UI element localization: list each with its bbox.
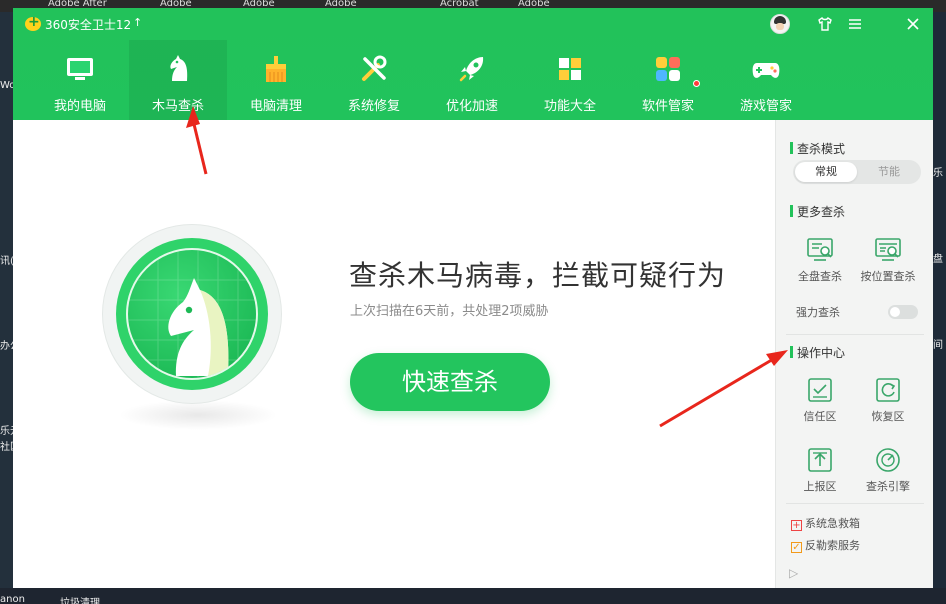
desktop-label[interactable]: 乐 <box>933 164 943 179</box>
nav-item-my-computer[interactable]: 我的电脑 <box>31 40 129 120</box>
desktop-label[interactable]: 垃圾清理 <box>60 594 100 604</box>
apps-icon <box>656 57 680 81</box>
main-nav: 我的电脑 木马查杀 电脑清理 系统修复 优化加速 功能大全 软件管家 游戏管家 <box>31 40 831 120</box>
last-scan-status: 上次扫描在6天前，共处理2项威胁 <box>350 304 549 319</box>
force-scan-toggle[interactable] <box>888 305 918 319</box>
section-title-more-scan: 更多查杀 <box>790 203 845 220</box>
trust-zone-icon <box>808 378 832 402</box>
app-window: 360安全卫士12 ↑ 我的电脑 木马查杀 <box>13 8 933 588</box>
app-title: 360安全卫士12 <box>45 18 132 32</box>
scan-mode-switch: 常规 节能 <box>793 160 921 184</box>
desktop-label[interactable]: Wo <box>0 80 13 91</box>
trust-zone-button[interactable]: 信任区 <box>790 376 850 436</box>
nav-item-software-manager[interactable]: 软件管家 <box>619 40 717 120</box>
grid-icon <box>559 58 581 80</box>
app-logo-icon <box>25 14 41 31</box>
nav-item-optimize[interactable]: 优化加速 <box>423 40 521 120</box>
skin-icon[interactable] <box>815 14 835 34</box>
collapse-panel-icon[interactable]: ▷ <box>789 566 798 580</box>
nav-item-game-manager[interactable]: 游戏管家 <box>717 40 815 120</box>
full-scan-icon <box>807 238 833 261</box>
anti-ransomware-link[interactable]: ✓ 反勒索服务 <box>791 537 860 553</box>
nav-label: 软件管家 <box>641 99 694 114</box>
plus-box-icon: + <box>791 520 802 531</box>
nav-label: 功能大全 <box>543 99 596 114</box>
divider <box>786 334 924 335</box>
quick-scan-button[interactable]: 快速查杀 <box>350 353 550 411</box>
desktop-label[interactable]: anon <box>0 594 25 604</box>
section-title-scan-mode: 查杀模式 <box>790 140 845 157</box>
divider <box>786 503 924 504</box>
section-title-operations: 操作中心 <box>790 344 845 361</box>
horse-icon <box>170 55 188 81</box>
desktop-label[interactable]: 间 <box>933 336 943 351</box>
scan-engine-icon <box>876 448 900 472</box>
desktop-label[interactable]: 盘 <box>933 250 943 265</box>
avatar[interactable] <box>770 14 790 34</box>
link-label: 反勒索服务 <box>805 539 860 552</box>
update-arrow-icon[interactable]: ↑ <box>133 16 142 29</box>
title-bar: 360安全卫士12 ↑ <box>13 8 933 40</box>
desktop-label[interactable]: 社区 <box>0 438 13 453</box>
nav-label: 系统修复 <box>347 99 400 114</box>
mode-normal-option[interactable]: 常规 <box>795 162 857 182</box>
close-icon[interactable] <box>903 14 923 34</box>
desktop-right-strip: 乐 盘 间 <box>933 12 946 604</box>
desktop-left-strip: Wo 讯( 办公 乐元 社区 <box>0 12 13 604</box>
header: 360安全卫士12 ↑ 我的电脑 木马查杀 <box>13 8 933 120</box>
desktop-label[interactable]: 乐元 <box>0 422 13 437</box>
mode-saving-option[interactable]: 节能 <box>859 162 919 182</box>
check-box-icon: ✓ <box>791 542 802 553</box>
desktop-label[interactable]: 讯( <box>0 252 13 267</box>
nav-item-trojan-scan[interactable]: 木马查杀 <box>129 40 227 120</box>
trojan-shield-icon <box>102 224 282 404</box>
nav-item-cleanup[interactable]: 电脑清理 <box>227 40 325 120</box>
page-headline: 查杀木马病毒，拦截可疑行为 <box>349 259 727 292</box>
shield-ring <box>116 238 268 390</box>
restore-zone-icon <box>876 378 900 402</box>
broom-icon <box>266 56 286 82</box>
link-label: 系统急救箱 <box>805 517 860 530</box>
main-content: 查杀木马病毒，拦截可疑行为 上次扫描在6天前，共处理2项威胁 快速查杀 <box>13 120 775 588</box>
restore-zone-button[interactable]: 恢复区 <box>858 376 918 436</box>
scan-engine-button[interactable]: 查杀引擎 <box>858 446 918 506</box>
nav-label: 电脑清理 <box>249 99 302 114</box>
menu-icon[interactable] <box>845 14 865 34</box>
nav-label: 我的电脑 <box>53 99 106 114</box>
location-scan-icon <box>875 238 901 261</box>
right-panel: 查杀模式 常规 节能 更多查杀 全盘查杀 按位置查杀 强力查杀 操作中心 信任区… <box>775 120 933 588</box>
rocket-icon <box>459 57 484 82</box>
tool-label: 恢复区 <box>871 410 905 423</box>
nav-label: 木马查杀 <box>151 99 204 114</box>
computer-icon <box>67 58 93 80</box>
force-scan-label: 强力查杀 <box>796 306 840 319</box>
horse-emblem-icon <box>128 250 256 378</box>
notification-dot <box>693 80 700 87</box>
tool-label: 查杀引擎 <box>866 480 910 493</box>
report-zone-icon <box>808 448 832 472</box>
full-scan-button[interactable]: 全盘查杀 <box>790 236 850 296</box>
report-zone-button[interactable]: 上报区 <box>790 446 850 506</box>
nav-label: 游戏管家 <box>739 99 792 114</box>
desktop-bottom-strip: anon 垃圾清理 <box>0 588 946 604</box>
shield-shadow <box>118 400 278 430</box>
nav-item-features[interactable]: 功能大全 <box>521 40 619 120</box>
shield-inner <box>126 248 258 380</box>
gamepad-icon <box>752 63 780 78</box>
system-rescue-link[interactable]: + 系统急救箱 <box>791 515 860 531</box>
nav-item-system-repair[interactable]: 系统修复 <box>325 40 423 120</box>
location-scan-button[interactable]: 按位置查杀 <box>858 236 918 296</box>
desktop-label[interactable]: 办公 <box>0 337 13 352</box>
tools-icon <box>362 55 387 81</box>
tool-label: 按位置查杀 <box>860 270 916 283</box>
nav-label: 优化加速 <box>445 99 498 114</box>
